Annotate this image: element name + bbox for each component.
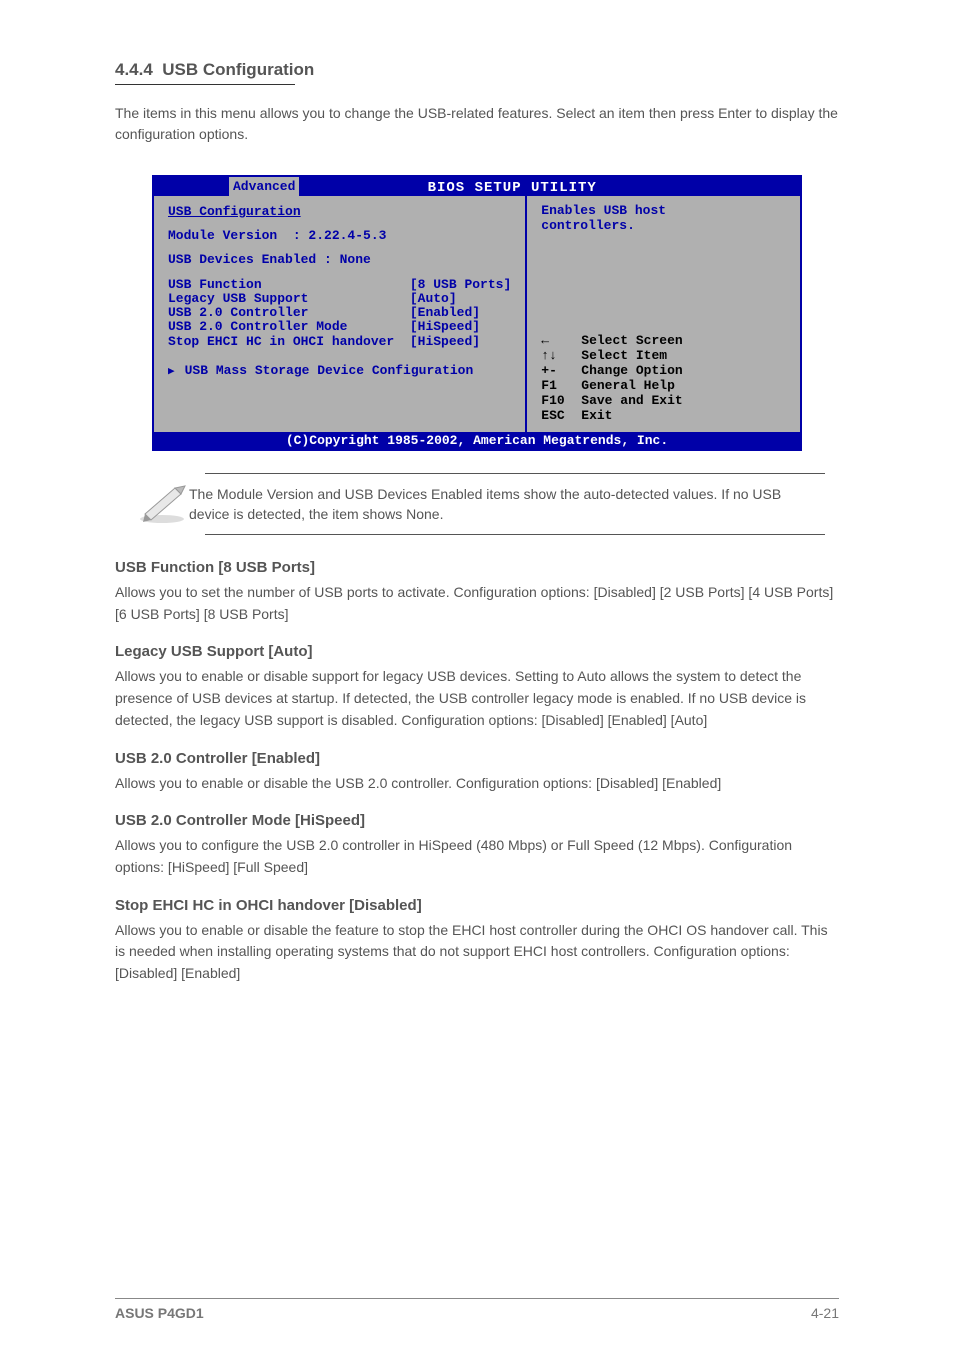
config-item-desc: Allows you to configure the USB 2.0 cont… bbox=[115, 835, 839, 878]
bios-header: Advanced BIOS SETUP UTILITY bbox=[154, 177, 800, 196]
config-item-title: USB 2.0 Controller Mode [HiSpeed] bbox=[115, 812, 839, 829]
bios-setting-row: USB 2.0 Controller Mode [HiSpeed] bbox=[168, 320, 511, 334]
section-description: The items in this menu allows you to cha… bbox=[115, 103, 839, 145]
bios-nav-text: Save and Exit bbox=[581, 394, 682, 409]
config-item-block: USB Function [8 USB Ports] Allows you to … bbox=[115, 559, 839, 625]
bios-nav-row: ESCExit bbox=[541, 409, 786, 424]
config-item-block: Legacy USB Support [Auto] Allows you to e… bbox=[115, 643, 839, 731]
section-heading: 4.4.4 USB Configuration bbox=[115, 60, 839, 80]
config-item-title: USB Function [8 USB Ports] bbox=[115, 559, 839, 576]
bios-nav-row: F1General Help bbox=[541, 379, 786, 394]
bios-nav-row: ←Select Screen bbox=[541, 334, 786, 349]
bios-usb-devices: USB Devices Enabled : None bbox=[168, 253, 511, 267]
config-item-block: Stop EHCI HC in OHCI handover [Disabled]… bbox=[115, 897, 839, 985]
bios-submenu-label: USB Mass Storage Device Configuration bbox=[185, 363, 474, 378]
bios-nav-text: Select Item bbox=[581, 349, 667, 364]
bios-nav-text: Exit bbox=[581, 409, 612, 424]
bios-setting-row: USB Function [8 USB Ports] bbox=[168, 278, 511, 292]
note-text: The Module Version and USB Devices Enabl… bbox=[189, 484, 823, 525]
bios-submenu: ▶ USB Mass Storage Device Configuration bbox=[168, 363, 511, 378]
bios-tab-advanced: Advanced bbox=[229, 177, 299, 196]
config-item-title: Stop EHCI HC in OHCI handover [Disabled] bbox=[115, 897, 839, 914]
bios-title: BIOS SETUP UTILITY bbox=[299, 180, 725, 196]
bios-module-version: Module Version : 2.22.4-5.3 bbox=[168, 229, 511, 243]
bios-hint: Enables USB host controllers. bbox=[541, 204, 786, 234]
bios-screenshot: Advanced BIOS SETUP UTILITY USB Configur… bbox=[152, 175, 802, 451]
bios-setting-row: Legacy USB Support [Auto] bbox=[168, 292, 511, 306]
bios-nav-key: +- bbox=[541, 364, 581, 379]
note-block: The Module Version and USB Devices Enabl… bbox=[205, 473, 825, 536]
bios-setting-row: Stop EHCI HC in OHCI handover [HiSpeed] bbox=[168, 335, 511, 349]
bios-nav-row: F10Save and Exit bbox=[541, 394, 786, 409]
config-item-title: Legacy USB Support [Auto] bbox=[115, 643, 839, 660]
config-item-title: USB 2.0 Controller [Enabled] bbox=[115, 750, 839, 767]
bios-right-pane: Enables USB host controllers. ←Select Sc… bbox=[527, 196, 800, 432]
bios-nav-legend: ←Select Screen↑↓Select Item+-Change Opti… bbox=[541, 234, 786, 424]
config-item-block: USB 2.0 Controller [Enabled] Allows you t… bbox=[115, 750, 839, 795]
note-pen-icon bbox=[135, 480, 189, 524]
bios-left-pane: USB Configuration Module Version : 2.22.… bbox=[154, 196, 527, 432]
bios-nav-key: F10 bbox=[541, 394, 581, 409]
bios-nav-key: F1 bbox=[541, 379, 581, 394]
submenu-arrow-icon: ▶ bbox=[168, 364, 175, 378]
footer-page-number: 4-21 bbox=[811, 1305, 839, 1321]
page-footer: ASUS P4GD1 4-21 bbox=[115, 1298, 839, 1321]
bios-nav-text: General Help bbox=[581, 379, 675, 394]
bios-section-label: USB Configuration bbox=[168, 204, 511, 219]
footer-product: ASUS P4GD1 bbox=[115, 1305, 204, 1321]
config-item-block: USB 2.0 Controller Mode [HiSpeed] Allows … bbox=[115, 812, 839, 878]
bios-nav-key: ↑↓ bbox=[541, 349, 581, 364]
bios-nav-key: ESC bbox=[541, 409, 581, 424]
bios-nav-key: ← bbox=[541, 334, 581, 349]
config-item-desc: Allows you to enable or disable the USB … bbox=[115, 773, 839, 795]
bios-setting-row: USB 2.0 Controller [Enabled] bbox=[168, 306, 511, 320]
bios-nav-row: ↑↓Select Item bbox=[541, 349, 786, 364]
bios-copyright: (C)Copyright 1985-2002, American Megatre… bbox=[154, 432, 800, 449]
bios-nav-row: +-Change Option bbox=[541, 364, 786, 379]
config-item-desc: Allows you to set the number of USB port… bbox=[115, 582, 839, 625]
config-item-desc: Allows you to enable or disable support … bbox=[115, 666, 839, 731]
bios-nav-text: Select Screen bbox=[581, 334, 682, 349]
bios-nav-text: Change Option bbox=[581, 364, 682, 379]
config-item-desc: Allows you to enable or disable the feat… bbox=[115, 920, 839, 985]
heading-underline bbox=[115, 84, 295, 85]
